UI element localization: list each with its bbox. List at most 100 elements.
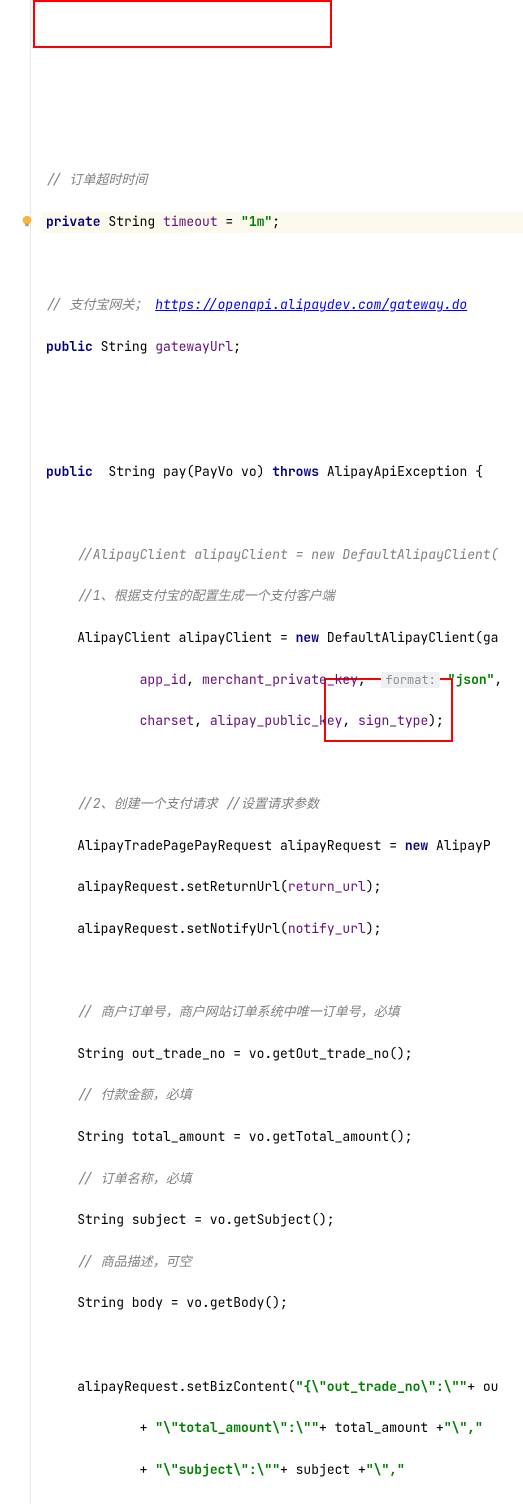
- semi: ;: [272, 213, 280, 230]
- string: "\",": [366, 1461, 405, 1478]
- params: (PayVo vo): [186, 463, 272, 480]
- sep: );: [366, 920, 382, 937]
- blank-line: [42, 961, 523, 982]
- code-line: + "\"body\":\""+ body +"\",": [42, 1501, 523, 1504]
- code-editor[interactable]: // 订单超时时间 private String timeout = "1m";…: [0, 0, 523, 1504]
- code-line: private String timeout = "1m";: [42, 212, 523, 233]
- keyword: private: [46, 213, 101, 230]
- code-line: alipayRequest.setReturnUrl(return_url);: [42, 877, 523, 898]
- sp: [93, 463, 109, 480]
- type: String: [108, 463, 163, 480]
- comment-prefix: // 支付宝网关；: [46, 296, 155, 313]
- comment-text: //AlipayClient alipayClient = new Defaul…: [77, 546, 498, 563]
- param-hint: format:: [381, 672, 439, 688]
- blank-line: [42, 378, 523, 399]
- field: app_id: [140, 671, 187, 688]
- blank-line: [42, 753, 523, 774]
- field: gatewayUrl: [155, 338, 233, 355]
- string: "json": [448, 671, 495, 688]
- intention-bulb-icon[interactable]: [20, 214, 34, 228]
- comment-text: // 付款金额，必填: [77, 1086, 191, 1103]
- string: "\"body\":\"": [155, 1502, 256, 1504]
- field: sign_type: [358, 712, 428, 729]
- text: + subject +: [280, 1461, 366, 1478]
- code-line: // 订单名称，必填: [42, 1169, 523, 1190]
- code-line: public String pay(PayVo vo) throws Alipa…: [42, 462, 523, 483]
- sep: );: [428, 712, 444, 729]
- type: String: [93, 338, 155, 355]
- op: =: [218, 213, 241, 230]
- text: + body +: [257, 1502, 319, 1504]
- sp: [440, 671, 448, 688]
- comment-text: // 商品描述，可空: [77, 1253, 191, 1270]
- field: timeout: [163, 213, 218, 230]
- code-line: public String gatewayUrl;: [42, 337, 523, 358]
- sep: ,: [494, 671, 502, 688]
- keyword: public: [46, 463, 93, 480]
- text: String subject = vo.getSubject();: [77, 1211, 334, 1228]
- blank-line: [42, 1335, 523, 1356]
- text: + ou: [467, 1378, 498, 1395]
- code-line: String subject = vo.getSubject();: [42, 1210, 523, 1231]
- code-line: //AlipayClient alipayClient = new Defaul…: [42, 545, 523, 566]
- code-line: // 订单超时时间: [42, 170, 523, 191]
- field: charset: [140, 712, 195, 729]
- text: String out_trade_no = vo.getOut_trade_no…: [77, 1045, 412, 1062]
- code-line: alipayRequest.setNotifyUrl(notify_url);: [42, 919, 523, 940]
- sep: ,: [194, 712, 210, 729]
- comment-text: // 订单超时时间: [46, 171, 147, 188]
- text: AlipayTradePagePayRequest alipayRequest …: [77, 837, 405, 854]
- code-line: String body = vo.getBody();: [42, 1293, 523, 1314]
- code-line: AlipayTradePagePayRequest alipayRequest …: [42, 836, 523, 857]
- field: return_url: [288, 878, 366, 895]
- sep: ,: [358, 671, 381, 688]
- code-line: // 商品描述，可空: [42, 1252, 523, 1273]
- keyword: new: [296, 629, 319, 646]
- highlight-box-1: [33, 0, 332, 48]
- code-line: //2、创建一个支付请求 //设置请求参数: [42, 794, 523, 815]
- keyword: new: [405, 837, 428, 854]
- type: String: [101, 213, 163, 230]
- string: "\",": [444, 1419, 483, 1436]
- comment-text: //2、创建一个支付请求 //设置请求参数: [77, 795, 319, 812]
- text: alipayRequest.setNotifyUrl(: [77, 920, 288, 937]
- keyword: throws: [272, 463, 319, 480]
- code-line: app_id, merchant_private_key, format: "j…: [42, 670, 523, 691]
- string: "\",": [319, 1502, 358, 1504]
- code-line: // 支付宝网关； https://openapi.alipaydev.com/…: [42, 295, 523, 316]
- code-line: alipayRequest.setBizContent("{\"out_trad…: [42, 1377, 523, 1398]
- string: "\"total_amount\":\"": [155, 1419, 319, 1436]
- string: "\"subject\":\"": [155, 1461, 280, 1478]
- code-line: AlipayClient alipayClient = new DefaultA…: [42, 628, 523, 649]
- field: alipay_public_key: [210, 712, 343, 729]
- comment-text: //1、根据支付宝的配置生成一个支付客户端: [77, 587, 334, 604]
- code-line: String total_amount = vo.getTotal_amount…: [42, 1127, 523, 1148]
- blank-line: [42, 503, 523, 524]
- blank-line: [42, 254, 523, 275]
- text: DefaultAlipayClient(ga: [319, 629, 498, 646]
- field: merchant_private_key: [202, 671, 358, 688]
- op: +: [140, 1502, 156, 1504]
- code-line: String out_trade_no = vo.getOut_trade_no…: [42, 1044, 523, 1065]
- code-line: //1、根据支付宝的配置生成一个支付客户端: [42, 586, 523, 607]
- code-line: // 商户订单号，商户网站订单系统中唯一订单号，必填: [42, 1002, 523, 1023]
- blank-line: [42, 420, 523, 441]
- sep: ,: [342, 712, 358, 729]
- text: alipayRequest.setReturnUrl(: [77, 878, 288, 895]
- sep: ,: [186, 671, 202, 688]
- method-name: pay: [163, 463, 186, 480]
- text: String body = vo.getBody();: [77, 1294, 288, 1311]
- code-content: // 订单超时时间 private String timeout = "1m";…: [42, 150, 523, 1504]
- comment-text: // 支付宝网关； https://openapi.alipaydev.com/…: [46, 296, 467, 313]
- comment-text: // 商户订单号，商户网站订单系统中唯一订单号，必填: [77, 1003, 399, 1020]
- text: String total_amount = vo.getTotal_amount…: [77, 1128, 412, 1145]
- text: alipayRequest.setBizContent(: [77, 1378, 295, 1395]
- rest: AlipayApiException {: [319, 463, 483, 480]
- string: "{\"out_trade_no\":\"": [296, 1378, 468, 1395]
- text: AlipayP: [428, 837, 490, 854]
- url-link[interactable]: https://openapi.alipaydev.com/gateway.do: [155, 296, 467, 313]
- comment-text: // 订单名称，必填: [77, 1170, 191, 1187]
- op: +: [140, 1461, 156, 1478]
- semi: ;: [233, 338, 241, 355]
- code-line: charset, alipay_public_key, sign_type);: [42, 711, 523, 732]
